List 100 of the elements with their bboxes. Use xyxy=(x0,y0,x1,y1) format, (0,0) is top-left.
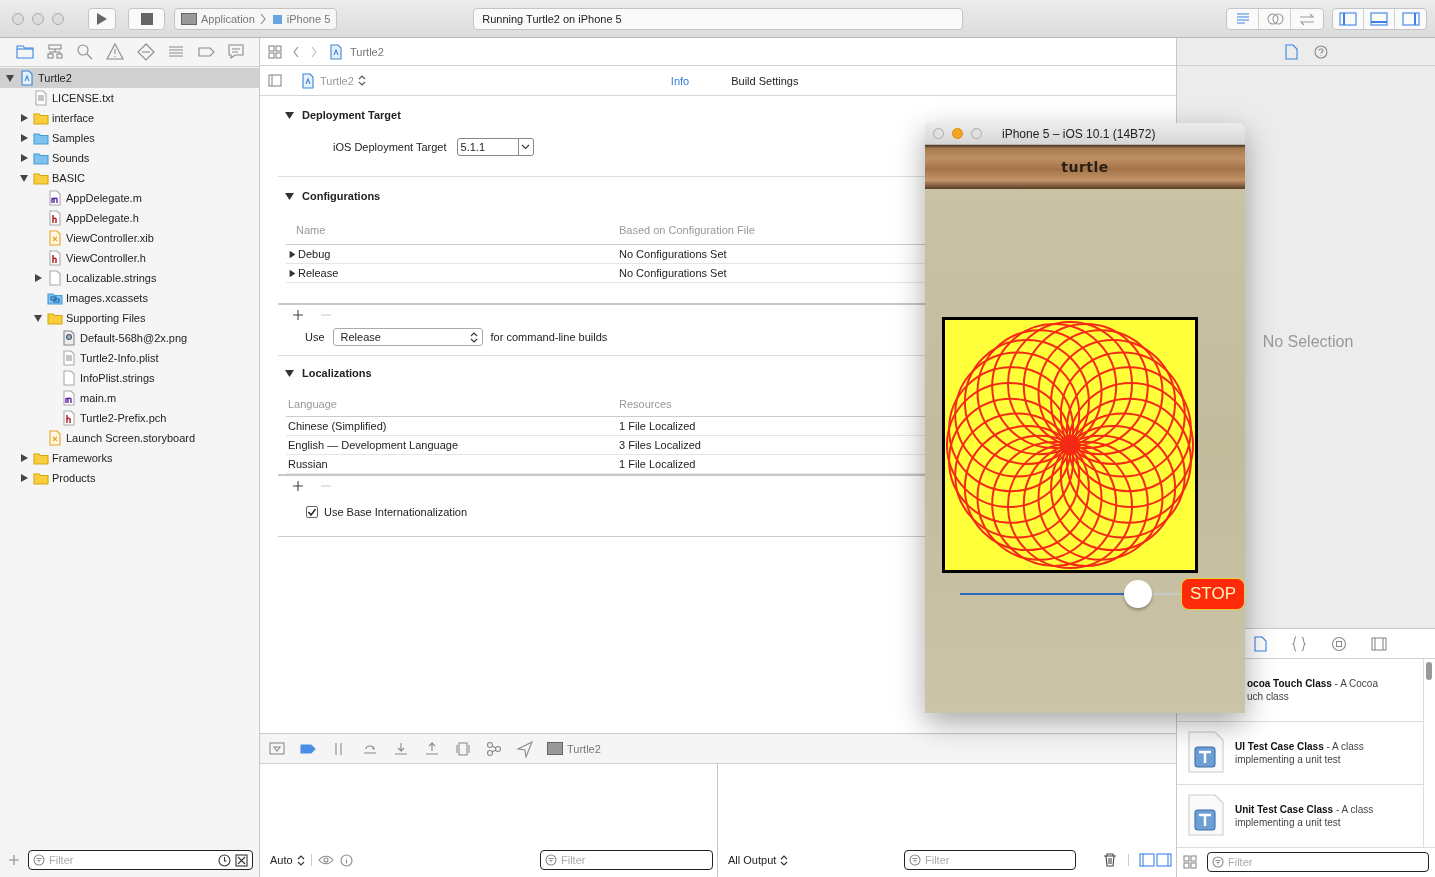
disclosure-triangle[interactable] xyxy=(18,473,30,483)
window-control[interactable] xyxy=(12,12,24,25)
disclosure-triangle[interactable] xyxy=(18,113,30,123)
braces-icon[interactable] xyxy=(1291,635,1307,652)
trash-icon[interactable] xyxy=(1102,852,1118,868)
navigator-item[interactable]: AppDelegate.m xyxy=(0,188,259,208)
diamond-icon[interactable] xyxy=(135,42,156,62)
segmented-control[interactable] xyxy=(1226,7,1324,30)
speech-bubble-icon[interactable] xyxy=(225,42,246,62)
navigator-item[interactable]: interface xyxy=(0,108,259,128)
document-icon xyxy=(47,230,63,246)
disclosure-triangle[interactable] xyxy=(4,73,16,83)
table-cell-text: No Configurations Set xyxy=(619,248,728,260)
disclosure-triangle[interactable] xyxy=(18,153,30,163)
navigator-item[interactable]: Localizable.strings xyxy=(0,268,259,288)
navigator-item[interactable]: ViewController.h xyxy=(0,248,259,268)
disclosure-triangle[interactable] xyxy=(288,248,297,260)
disclosure-triangle[interactable] xyxy=(18,173,30,183)
disclosure-triangle[interactable] xyxy=(288,267,297,279)
stop-button[interactable] xyxy=(128,7,165,30)
disclosure-triangle[interactable] xyxy=(18,453,30,463)
scope-icon[interactable] xyxy=(235,853,248,867)
navigator-item[interactable]: Supporting Files xyxy=(0,308,259,328)
split-view-icon[interactable] xyxy=(1139,852,1172,868)
triangle-icon xyxy=(288,248,297,260)
document-icon xyxy=(47,190,63,206)
step-out-icon[interactable] xyxy=(423,739,441,758)
memory-graph-icon[interactable] xyxy=(485,739,503,758)
add-icon[interactable] xyxy=(292,480,304,492)
navigator-item[interactable]: Default-568h@2x.png xyxy=(0,328,259,348)
library-item[interactable]: ocoa Touch Class - A Cocoa uch class xyxy=(1245,659,1423,721)
folder-icon[interactable] xyxy=(15,42,36,62)
disclosure-triangle[interactable] xyxy=(284,190,295,202)
disclosure-triangle[interactable] xyxy=(32,273,44,283)
navigator-item[interactable]: Sounds xyxy=(0,148,259,168)
breadcrumb[interactable]: Turtle2 xyxy=(328,43,384,60)
navigator-item[interactable]: main.m xyxy=(0,388,259,408)
help-icon[interactable] xyxy=(1314,44,1328,59)
hierarchy-icon[interactable] xyxy=(45,42,66,62)
window-control[interactable] xyxy=(971,128,982,139)
navigator-item[interactable]: Turtle2-Prefix.pch xyxy=(0,408,259,428)
sidebar-toggle-icon[interactable] xyxy=(268,74,282,87)
project-icon xyxy=(19,70,35,86)
tab[interactable]: Info xyxy=(666,72,694,89)
navigator-item[interactable]: Products xyxy=(0,468,259,488)
eye-icon[interactable] xyxy=(317,854,334,866)
info-icon[interactable] xyxy=(339,853,353,867)
location-icon[interactable] xyxy=(516,739,534,758)
grid-icon[interactable] xyxy=(268,44,282,59)
version-combo-box[interactable]: 5.1.1 xyxy=(456,138,534,156)
column-header: Based on Configuration File xyxy=(619,223,756,236)
add-icon[interactable] xyxy=(292,309,304,321)
navigator-item[interactable]: Frameworks xyxy=(0,448,259,468)
scrollbar[interactable] xyxy=(1423,659,1435,847)
window-control[interactable] xyxy=(952,128,963,139)
process-label[interactable]: Turtle2 xyxy=(547,742,601,755)
navigator-item[interactable]: ViewController.xib xyxy=(0,228,259,248)
table-cell: Debug xyxy=(298,248,331,260)
forward-icon[interactable] xyxy=(310,45,318,58)
navigator-item[interactable]: Turtle2-Info.plist xyxy=(0,348,259,368)
table-cell-text: Russian xyxy=(287,458,329,470)
window-control[interactable] xyxy=(933,128,944,139)
library-item[interactable]: UI Test Case Class - A class implementing a unit test xyxy=(1177,722,1423,785)
disclosure-triangle[interactable] xyxy=(18,133,30,143)
file-template-icon[interactable] xyxy=(1253,635,1267,652)
media-icon[interactable] xyxy=(1371,635,1387,652)
disclosure-triangle[interactable] xyxy=(284,367,295,379)
navigator-item[interactable]: Launch Screen.storyboard xyxy=(0,428,259,448)
disclosure-triangle[interactable] xyxy=(284,109,295,121)
hide-panel-icon[interactable] xyxy=(268,739,286,758)
console-mode-selector[interactable]: All Output xyxy=(728,854,789,866)
project-icon xyxy=(328,43,344,60)
grid-icon[interactable] xyxy=(1183,854,1197,869)
disclosure-triangle[interactable] xyxy=(32,313,44,323)
scheme-selector[interactable]: Application iPhone 5 xyxy=(174,7,338,30)
view-hierarchy-icon[interactable] xyxy=(454,739,472,758)
tab[interactable]: Build Settings xyxy=(727,72,803,89)
slider-thumb[interactable] xyxy=(1124,580,1153,608)
clock-icon[interactable] xyxy=(218,853,231,867)
column-header: Name xyxy=(295,223,327,236)
navigator-item[interactable]: InfoPlist.strings xyxy=(0,368,259,388)
file-inspector-icon[interactable] xyxy=(1284,43,1298,60)
navigator-item[interactable]: AppDelegate.h xyxy=(0,208,259,228)
navigator-item[interactable]: Samples xyxy=(0,128,259,148)
checkbox[interactable] xyxy=(306,506,318,518)
segmented-control[interactable] xyxy=(1332,7,1427,30)
warning-icon[interactable] xyxy=(105,42,126,62)
window-control[interactable] xyxy=(32,12,44,25)
template-icon xyxy=(1187,794,1225,838)
add-icon[interactable] xyxy=(8,854,20,866)
window-control[interactable] xyxy=(52,12,64,25)
run-button[interactable] xyxy=(88,7,116,30)
object-icon[interactable] xyxy=(1331,635,1347,652)
navigator-item[interactable]: BASIC xyxy=(0,168,259,188)
variables-mode-selector[interactable]: Auto xyxy=(270,854,305,866)
back-icon[interactable] xyxy=(292,45,300,58)
navigator-item[interactable]: Images.xcassets xyxy=(0,288,259,308)
configuration-select[interactable]: Release xyxy=(332,328,483,346)
navigator-item[interactable]: LICENSE.txt xyxy=(0,88,259,108)
navigator-item[interactable]: Turtle2 xyxy=(0,68,259,88)
